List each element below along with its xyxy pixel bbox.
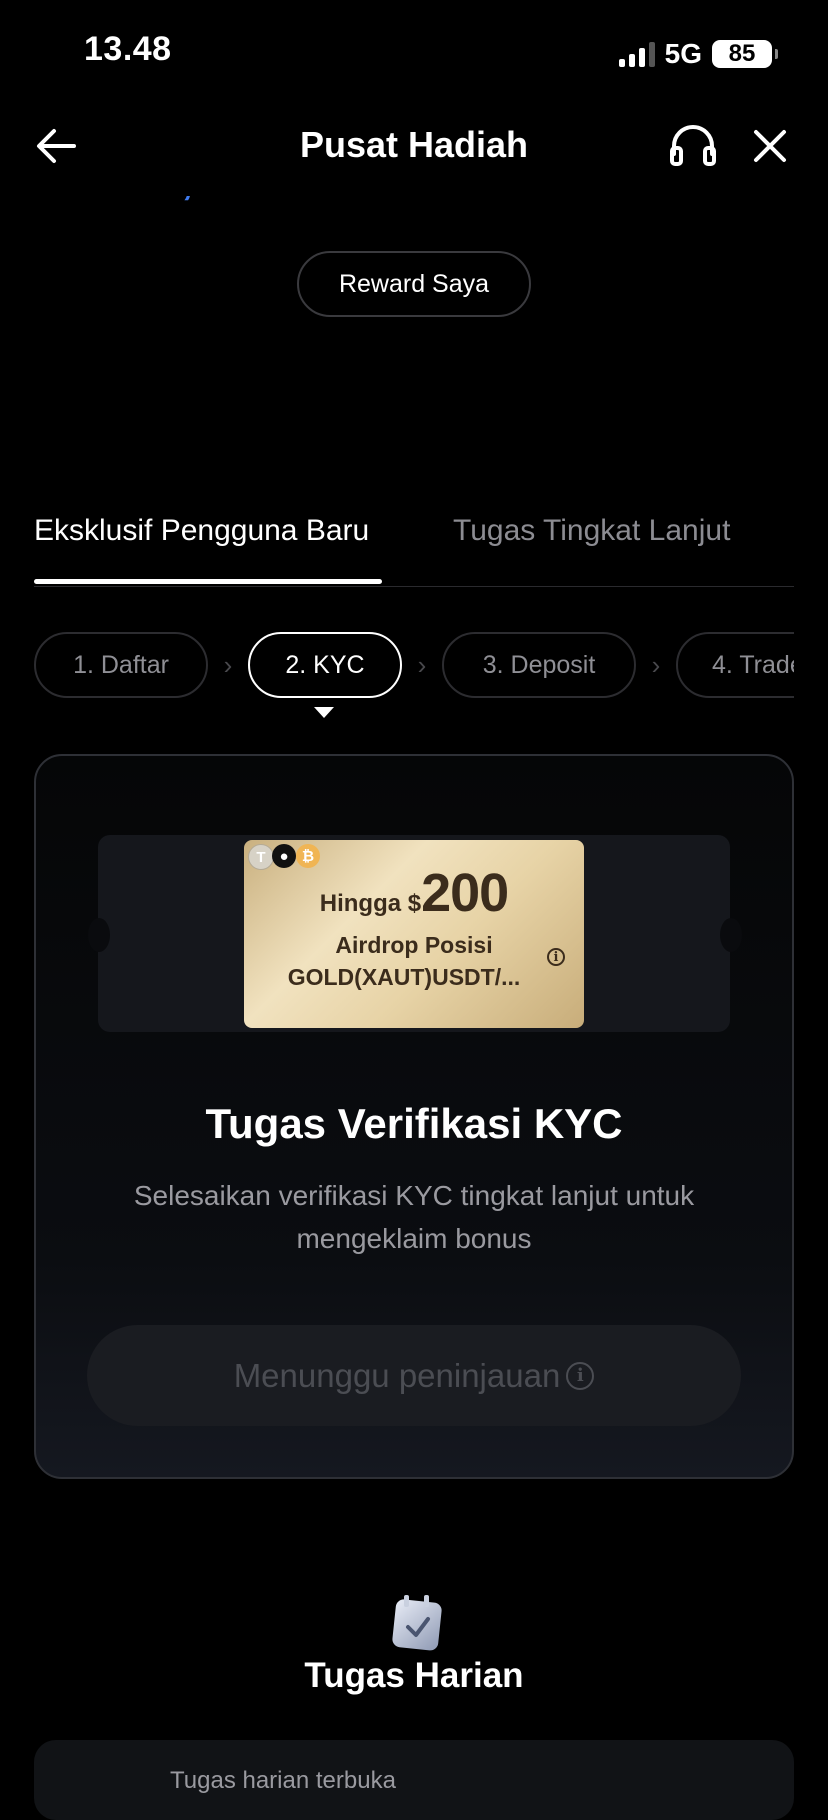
tab-divider (34, 586, 794, 587)
calendar-icon (390, 1591, 446, 1653)
daily-task-card-text: Tugas harian terbuka (170, 1767, 396, 1794)
support-button[interactable] (666, 118, 720, 174)
voucher-prefix: Hingga $ (319, 890, 422, 917)
voucher-line-1: Airdrop Posisi (335, 932, 493, 958)
step-navigator: 1. Daftar › 2. KYC › 3. Deposit › 4. Tra… (34, 631, 794, 699)
step-kyc[interactable]: 2. KYC (248, 632, 402, 698)
daily-tasks-title: Tugas Harian (304, 1656, 524, 1695)
info-icon[interactable]: i (547, 948, 565, 966)
task-title: Tugas Verifikasi KYC (205, 1100, 623, 1147)
close-button[interactable] (744, 118, 796, 174)
step-daftar[interactable]: 1. Daftar (34, 632, 208, 698)
network-type: 5G (664, 38, 702, 69)
tab-eksklusif-pengguna-baru[interactable]: Eksklusif Pengguna Baru (34, 514, 369, 548)
daily-task-card[interactable] (34, 1740, 794, 1820)
step-trade[interactable]: 4. Trade (676, 632, 794, 698)
voucher-amount: Hingga $200 (244, 862, 584, 924)
signal-icon (618, 41, 655, 67)
reward-saya-button[interactable]: Reward Saya (297, 251, 531, 317)
ticket-notch (88, 918, 110, 952)
active-step-caret-icon (314, 707, 334, 718)
header: Pusat Hadiah (0, 96, 828, 196)
pending-review-button: Menunggu peninjauan i (87, 1325, 741, 1426)
status-indicators: 5G 85 (618, 38, 778, 70)
tab-tugas-tingkat-lanjut[interactable]: Tugas Tingkat Lanjut (453, 514, 730, 548)
battery-icon: 85 (712, 40, 778, 68)
chevron-right-icon: › (417, 649, 427, 680)
task-description: Selesaikan verifikasi KYC tingkat lanjut… (133, 1180, 695, 1254)
voucher-line-2: GOLD(XAUT)USDT/... (287, 964, 521, 990)
voucher-value: 200 (421, 863, 509, 923)
pending-review-label: Menunggu peninjauan (233, 1356, 561, 1394)
info-icon[interactable]: i (566, 1361, 595, 1390)
chevron-right-icon: › (651, 649, 661, 680)
airdrop-voucher[interactable]: T ● ₿ Hingga $200 Airdrop Posisi GOLD(XA… (244, 840, 584, 1028)
step-deposit[interactable]: 3. Deposit (442, 632, 636, 698)
close-icon (754, 130, 786, 162)
headset-icon (670, 125, 716, 166)
ticket-notch (720, 918, 742, 952)
tab-active-indicator (34, 579, 382, 584)
chevron-right-icon: › (223, 649, 233, 680)
status-time: 13.48 (84, 30, 172, 68)
